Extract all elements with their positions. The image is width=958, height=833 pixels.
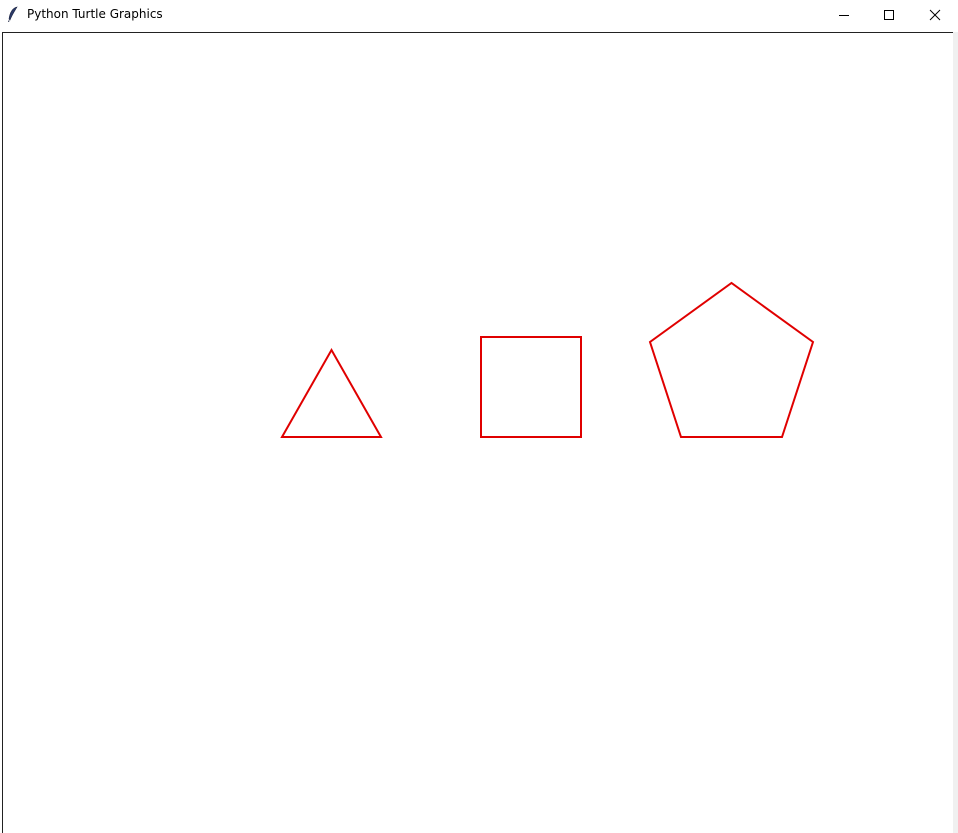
turtle-window: Python Turtle Graphics bbox=[0, 0, 958, 833]
triangle-shape bbox=[280, 347, 383, 438]
drawing-layer bbox=[280, 281, 815, 438]
square-shape bbox=[480, 336, 582, 438]
pentagon-shape bbox=[648, 281, 815, 438]
